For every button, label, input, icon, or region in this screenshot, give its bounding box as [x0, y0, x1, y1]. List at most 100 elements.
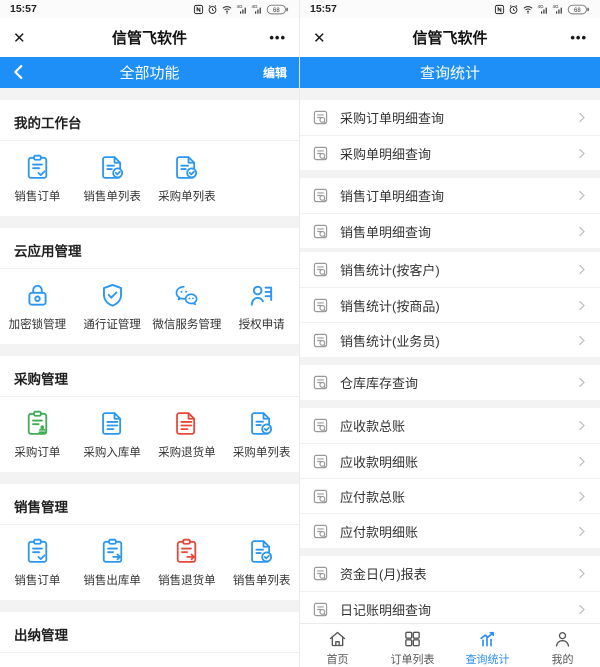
bottom-tab-bar: 首页 订单列表 查询统计 我的: [300, 623, 600, 667]
chevron-right-icon: [575, 225, 588, 238]
tile-label: 销售单列表: [233, 572, 291, 588]
app-tile-purchase-list[interactable]: 采购单列表: [150, 154, 225, 204]
query-row-payable-detail[interactable]: 应付款明细账: [300, 513, 600, 548]
app-tile-purchase-inbound[interactable]: 采购入库单: [75, 410, 150, 460]
close-icon[interactable]: ✕: [13, 29, 26, 47]
app-tile-authorization-request[interactable]: 授权申请: [224, 282, 299, 332]
query-row-sales-order-detail[interactable]: 销售订单明细查询: [300, 178, 600, 213]
tile-label: 销售出库单: [83, 572, 141, 588]
query-row-fund-daily-report[interactable]: 资金日(月)报表: [300, 556, 600, 591]
right-nav-bar: 查询统计: [300, 57, 600, 88]
query-group-sales-stats: 销售统计(按客户) 销售统计(按商品) 销售统计(业务员): [300, 252, 600, 357]
tile-label: 销售订单: [14, 572, 60, 588]
svg-text:4G: 4G: [538, 4, 545, 9]
query-row-purchase-detail[interactable]: 采购单明细查询: [300, 135, 600, 170]
app-tile-sales-list[interactable]: 销售单列表: [224, 538, 299, 588]
section-cloud-app-management: 云应用管理 加密锁管理 通行证管理 微信服务管理 授权申请: [0, 228, 299, 344]
query-row-journal-detail[interactable]: 日记账明细查询: [300, 591, 600, 626]
query-row-receivable-detail[interactable]: 应收款明细账: [300, 443, 600, 478]
tile-label: 销售单列表: [83, 188, 141, 204]
tile-label: 加密锁管理: [9, 316, 67, 332]
query-row-sales-stats-customer[interactable]: 销售统计(按客户): [300, 252, 600, 287]
svg-text:4G: 4G: [553, 4, 560, 9]
svg-text:68: 68: [574, 8, 581, 14]
query-row-receivable-ledger[interactable]: 应收款总账: [300, 408, 600, 443]
tile-grid: 销售订单 销售单列表 采购单列表: [0, 141, 299, 204]
section-title: 我的工作台: [0, 100, 299, 141]
app-tile-sales-order[interactable]: 销售订单: [0, 154, 75, 204]
tab-mine[interactable]: 我的: [525, 629, 600, 667]
battery-icon: 68: [266, 4, 289, 15]
app-tile-sales-order[interactable]: 销售订单: [0, 538, 75, 588]
document-check-icon: [173, 154, 200, 181]
more-menu-icon[interactable]: •••: [269, 30, 286, 45]
status-bar: 15:57 4G 4G 68: [300, 0, 600, 18]
signal-icon: 4G: [236, 4, 248, 15]
tile-label: 采购入库单: [83, 444, 141, 460]
page-title: 全部功能: [119, 62, 179, 83]
section-title: 云应用管理: [0, 228, 299, 269]
query-row-sales-stats-salesman[interactable]: 销售统计(业务员): [300, 322, 600, 357]
tile-grid: 加密锁管理 通行证管理 微信服务管理 授权申请: [0, 269, 299, 332]
svg-text:4G: 4G: [237, 4, 244, 9]
document-lines-icon: [99, 410, 126, 437]
app-title: 信管飞软件: [300, 27, 600, 48]
app-tile-dongle-management[interactable]: 加密锁管理: [0, 282, 75, 332]
tab-home[interactable]: 首页: [300, 629, 375, 667]
app-tile-sales-outbound[interactable]: 销售出库单: [75, 538, 150, 588]
alarm-icon: [207, 4, 218, 15]
query-row-payable-ledger[interactable]: 应付款总账: [300, 478, 600, 513]
report-search-icon: [312, 261, 329, 278]
edit-button[interactable]: 编辑: [263, 64, 287, 81]
alarm-icon: [508, 4, 519, 15]
chevron-right-icon: [575, 189, 588, 202]
row-label: 采购单明细查询: [340, 144, 575, 163]
app-tile-purchase-order[interactable]: 采购订单: [0, 410, 75, 460]
group-gap: [300, 357, 600, 365]
person-icon: [552, 629, 573, 649]
app-tile-sales-return[interactable]: 销售退货单: [150, 538, 225, 588]
tile-grid: 采购订单 采购入库单 采购退货单 采购单列表: [0, 397, 299, 460]
clipboard-check-icon: [24, 538, 51, 565]
chevron-right-icon: [575, 376, 588, 389]
signal-icon: 4G: [537, 4, 549, 15]
tile-label: 采购订单: [14, 444, 60, 460]
back-icon[interactable]: [8, 61, 30, 88]
document-lines-icon: [173, 410, 200, 437]
app-tile-purchase-return[interactable]: 采购退货单: [150, 410, 225, 460]
more-menu-icon[interactable]: •••: [570, 30, 587, 45]
report-search-icon: [312, 297, 329, 314]
group-gap: [300, 400, 600, 408]
tab-order-list[interactable]: 订单列表: [375, 629, 450, 667]
chevron-right-icon: [575, 334, 588, 347]
app-tile-sales-list[interactable]: 销售单列表: [75, 154, 150, 204]
report-search-icon: [312, 601, 329, 618]
query-row-sales-stats-product[interactable]: 销售统计(按商品): [300, 287, 600, 322]
query-row-sales-detail[interactable]: 销售单明细查询: [300, 213, 600, 248]
report-search-icon: [312, 223, 329, 240]
clipboard-arrow-icon: [173, 538, 200, 565]
lock-icon: [24, 282, 51, 309]
chevron-right-icon: [575, 147, 588, 160]
grid-icon: [402, 629, 423, 649]
nfc-icon: [193, 4, 204, 15]
row-label: 应付款明细账: [340, 522, 575, 541]
query-row-warehouse-inventory[interactable]: 仓库库存查询: [300, 365, 600, 400]
app-tile-passport-management[interactable]: 通行证管理: [75, 282, 150, 332]
chevron-right-icon: [575, 419, 588, 432]
tab-label: 我的: [552, 651, 574, 667]
row-label: 资金日(月)报表: [340, 564, 575, 583]
close-icon[interactable]: ✕: [313, 29, 326, 47]
right-screen: 15:57 4G 4G 68 ✕ 信管飞软件 ••• 查询统计 采购订单明细查询…: [300, 0, 600, 667]
tab-query-statistics[interactable]: 查询统计: [450, 629, 525, 667]
shield-check-icon: [99, 282, 126, 309]
status-icons: 4G 4G 68: [494, 4, 590, 15]
section-cashier-management: 出纳管理 现金日记账 银行日记账: [0, 612, 299, 667]
section-title: 采购管理: [0, 356, 299, 397]
document-check-icon: [248, 538, 275, 565]
app-tile-wechat-service[interactable]: 微信服务管理: [150, 282, 225, 332]
report-search-icon: [312, 488, 329, 505]
home-icon: [327, 629, 348, 649]
query-row-purchase-order-detail[interactable]: 采购订单明细查询: [300, 100, 600, 135]
app-tile-purchase-list[interactable]: 采购单列表: [224, 410, 299, 460]
